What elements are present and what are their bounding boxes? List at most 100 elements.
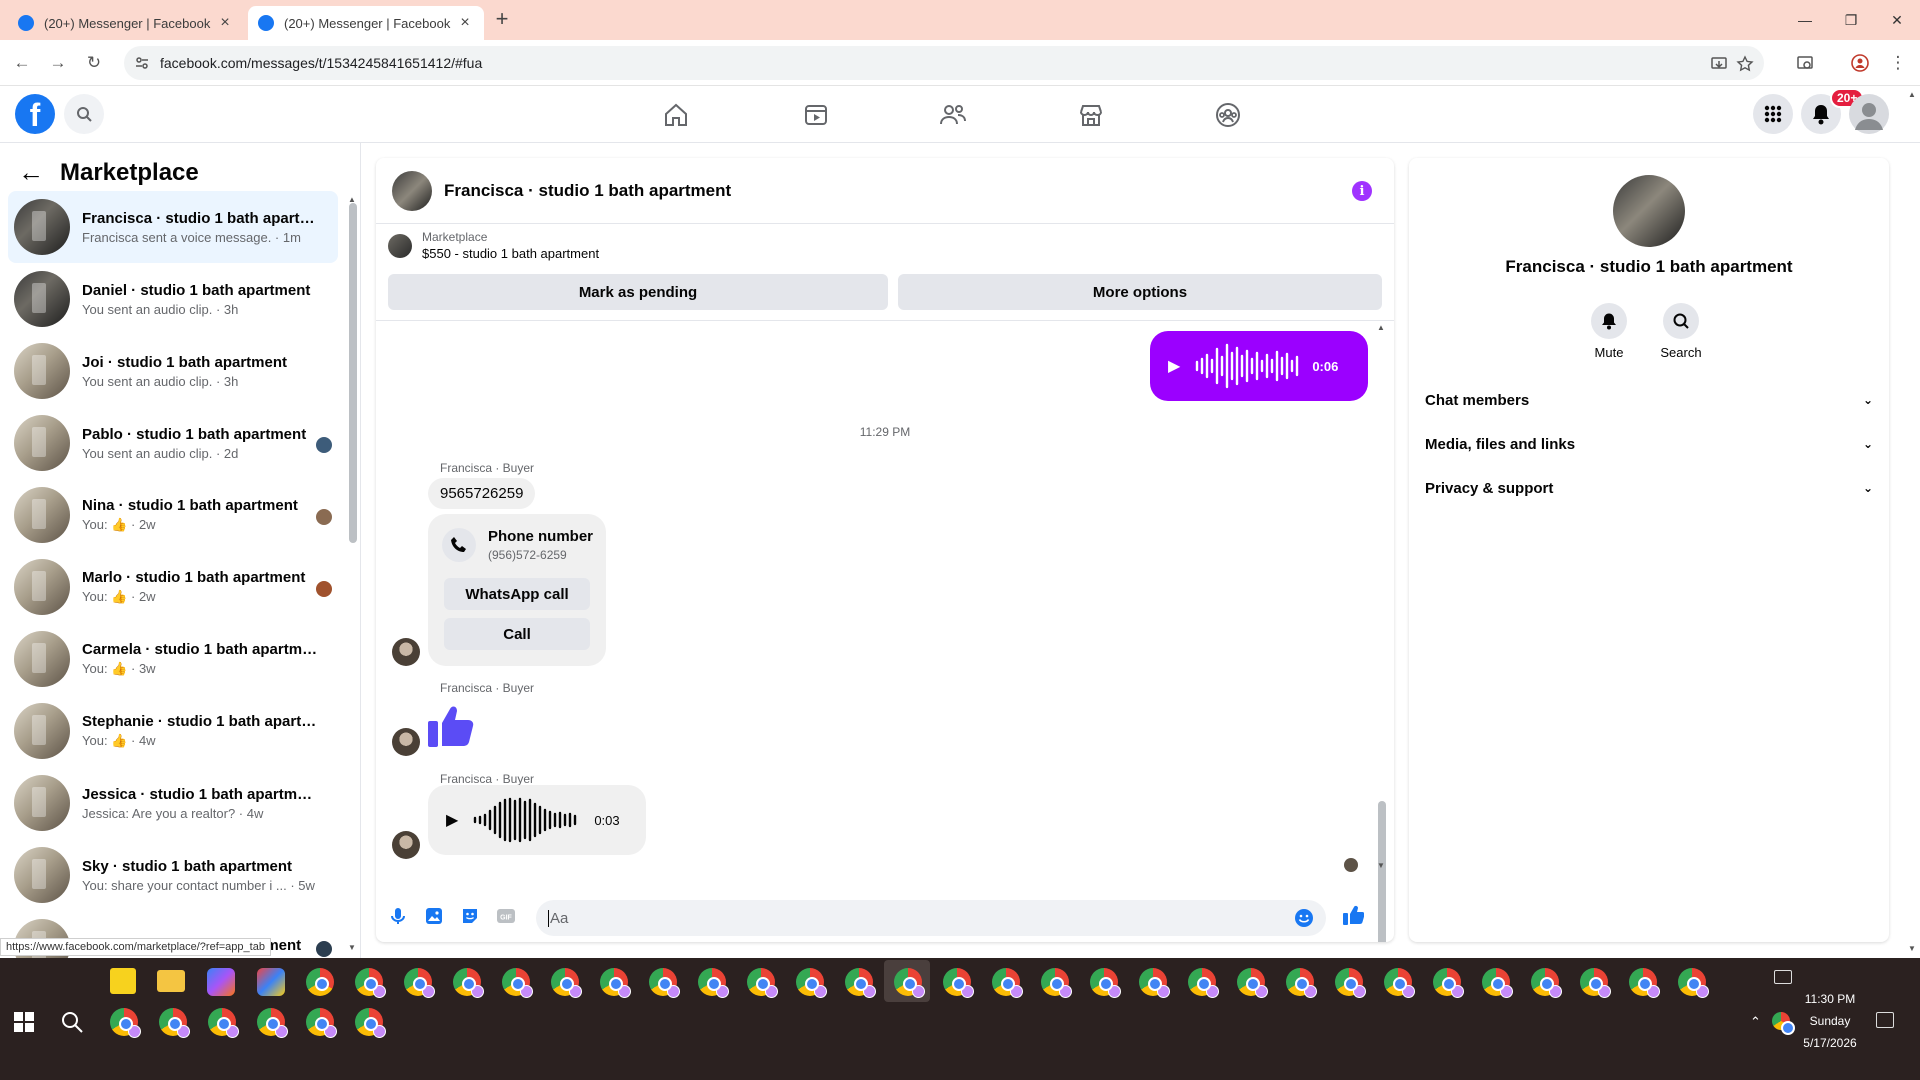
sender-avatar[interactable]: [392, 638, 420, 666]
photo-icon[interactable]: [424, 906, 444, 926]
conversation-item[interactable]: Nina · studio 1 bath apartment You: 👍 · 2…: [8, 479, 338, 551]
chrome-profile-icon[interactable]: [1580, 968, 1611, 998]
chrome-profile-icon[interactable]: [1139, 968, 1170, 998]
listing-summary[interactable]: Marketplace $550 - studio 1 bath apartme…: [388, 230, 599, 261]
chrome-profile-icon[interactable]: [1041, 968, 1072, 998]
sidebar-scrollbar[interactable]: [349, 203, 357, 543]
chrome-profile-icon[interactable]: [453, 968, 484, 998]
forward-arrow-icon[interactable]: →: [46, 51, 70, 75]
chrome-profile-icon[interactable]: [404, 968, 435, 998]
reload-icon[interactable]: ↻: [82, 51, 106, 75]
tab-search-icon[interactable]: [1796, 54, 1814, 72]
account-button[interactable]: [1849, 94, 1889, 134]
nav-home[interactable]: [661, 100, 691, 130]
taskbar-clock[interactable]: 11:30 PM Sunday 5/17/2026: [1780, 988, 1880, 1054]
chrome-profile-icon[interactable]: [1335, 968, 1366, 998]
chrome-profile-icon[interactable]: [943, 968, 974, 998]
chrome-profile-icon[interactable]: [355, 968, 386, 998]
conversation-item[interactable]: Carmela · studio 1 bath apartment You: 👍 …: [8, 623, 338, 695]
search-icon[interactable]: [60, 1010, 84, 1034]
file-explorer-icon[interactable]: [157, 970, 185, 992]
nav-marketplace[interactable]: [1076, 100, 1106, 130]
conversation-item[interactable]: Joi · studio 1 bath apartment You sent an…: [8, 335, 338, 407]
chrome-profile-icon[interactable]: [1090, 968, 1121, 998]
media-files-links-section[interactable]: Media, files and links ⌄: [1425, 426, 1873, 462]
incoming-message-bubble[interactable]: 9565726259: [428, 478, 536, 509]
mark-as-pending-button[interactable]: Mark as pending: [388, 274, 888, 310]
avatar[interactable]: [1613, 175, 1685, 247]
site-info-icon[interactable]: [134, 55, 150, 71]
chrome-profile-icon[interactable]: [649, 968, 680, 998]
close-window-button[interactable]: ✕: [1874, 0, 1920, 40]
task-view-icon[interactable]: [1774, 970, 1792, 984]
conversation-item[interactable]: Marlo · studio 1 bath apartment You: 👍 · …: [8, 551, 338, 623]
back-arrow-icon[interactable]: ←: [18, 157, 44, 188]
conversation-item[interactable]: Francisca · studio 1 bath apartm... Franc…: [8, 191, 338, 263]
paint-icon[interactable]: [257, 968, 285, 996]
facebook-search-button[interactable]: [64, 94, 104, 134]
chrome-profile-icon[interactable]: [1384, 968, 1415, 998]
chrome-profile-icon[interactable]: [1237, 968, 1268, 998]
restore-button[interactable]: ❐: [1828, 0, 1874, 40]
outgoing-voice-message[interactable]: ▶ 0:06: [1150, 331, 1368, 401]
chat-members-section[interactable]: Chat members ⌄: [1425, 382, 1873, 418]
bookmark-star-icon[interactable]: [1736, 55, 1754, 73]
chrome-profile-icon[interactable]: [551, 968, 582, 998]
chrome-icon[interactable]: [306, 968, 334, 996]
chrome-profile-icon[interactable]: [159, 1008, 190, 1038]
conversation-item[interactable]: Pablo · studio 1 bath apartment You sent …: [8, 407, 338, 479]
more-options-button[interactable]: More options: [898, 274, 1382, 310]
privacy-support-section[interactable]: Privacy & support ⌄: [1425, 470, 1873, 506]
page-scroll-up-arrow-icon[interactable]: ▲: [1908, 90, 1916, 99]
chrome-profile-icon[interactable]: [698, 968, 729, 998]
chrome-profile-icon[interactable]: [1286, 968, 1317, 998]
conversation-item[interactable]: Sky · studio 1 bath apartment You: share …: [8, 839, 338, 911]
thumbs-up-icon[interactable]: [428, 701, 478, 751]
chrome-profile-icon[interactable]: [894, 968, 925, 998]
minimize-button[interactable]: —: [1782, 0, 1828, 40]
sender-avatar[interactable]: [392, 831, 420, 859]
incoming-voice-message[interactable]: ▶ 0:03: [428, 785, 646, 855]
chrome-profile-icon[interactable]: [1188, 968, 1219, 998]
address-bar[interactable]: facebook.com/messages/t/1534245841651412…: [124, 46, 1764, 80]
back-arrow-icon[interactable]: ←: [10, 51, 34, 75]
conversation-item[interactable]: Stephanie · studio 1 bath apartm... You: …: [8, 695, 338, 767]
sticky-notes-icon[interactable]: [110, 968, 136, 994]
copilot-icon[interactable]: [207, 968, 235, 996]
install-app-icon[interactable]: [1710, 55, 1728, 73]
whatsapp-call-button[interactable]: WhatsApp call: [444, 578, 590, 610]
gif-icon[interactable]: GIF: [496, 906, 516, 926]
thumbs-up-send-icon[interactable]: [1342, 904, 1364, 926]
chrome-profile-icon[interactable]: [208, 1008, 239, 1038]
emoji-icon[interactable]: [1294, 908, 1314, 928]
chrome-profile-icon[interactable]: [257, 1008, 288, 1038]
nav-friends[interactable]: [938, 100, 968, 130]
scroll-up-arrow-icon[interactable]: ▲: [1377, 323, 1385, 332]
sender-avatar[interactable]: [392, 728, 420, 756]
new-tab-button[interactable]: +: [490, 8, 514, 32]
chrome-profile-icon[interactable]: [600, 968, 631, 998]
play-icon[interactable]: ▶: [1168, 356, 1180, 376]
chrome-profile-icon[interactable]: [1433, 968, 1464, 998]
avatar[interactable]: [392, 170, 432, 211]
play-icon[interactable]: ▶: [446, 810, 458, 830]
chrome-profile-icon[interactable]: [1629, 968, 1660, 998]
search-in-conversation-button[interactable]: Search: [1651, 303, 1711, 360]
chrome-profile-icon[interactable]: [796, 968, 827, 998]
microphone-icon[interactable]: [388, 906, 408, 926]
nav-groups[interactable]: [1213, 100, 1243, 130]
chrome-profile-icon[interactable]: [845, 968, 876, 998]
conversation-item[interactable]: Daniel · studio 1 bath apartment You sent…: [8, 263, 338, 335]
scroll-down-arrow-icon[interactable]: ▼: [348, 943, 356, 952]
close-tab-icon[interactable]: ×: [456, 14, 474, 32]
scroll-down-arrow-icon[interactable]: ▼: [1377, 861, 1385, 870]
chrome-profile-icon[interactable]: [1531, 968, 1562, 998]
info-icon[interactable]: i: [1352, 181, 1372, 201]
chat-title[interactable]: Francisca · studio 1 bath apartment: [444, 181, 731, 201]
menu-button[interactable]: [1753, 94, 1793, 134]
browser-menu-icon[interactable]: ⋮: [1886, 51, 1910, 75]
chrome-profile-icon[interactable]: [747, 968, 778, 998]
sticker-icon[interactable]: [460, 906, 480, 926]
conversation-item[interactable]: Jessica · studio 1 bath apartment Jessica…: [8, 767, 338, 839]
browser-tab-2[interactable]: (20+) Messenger | Facebook ×: [248, 6, 484, 40]
